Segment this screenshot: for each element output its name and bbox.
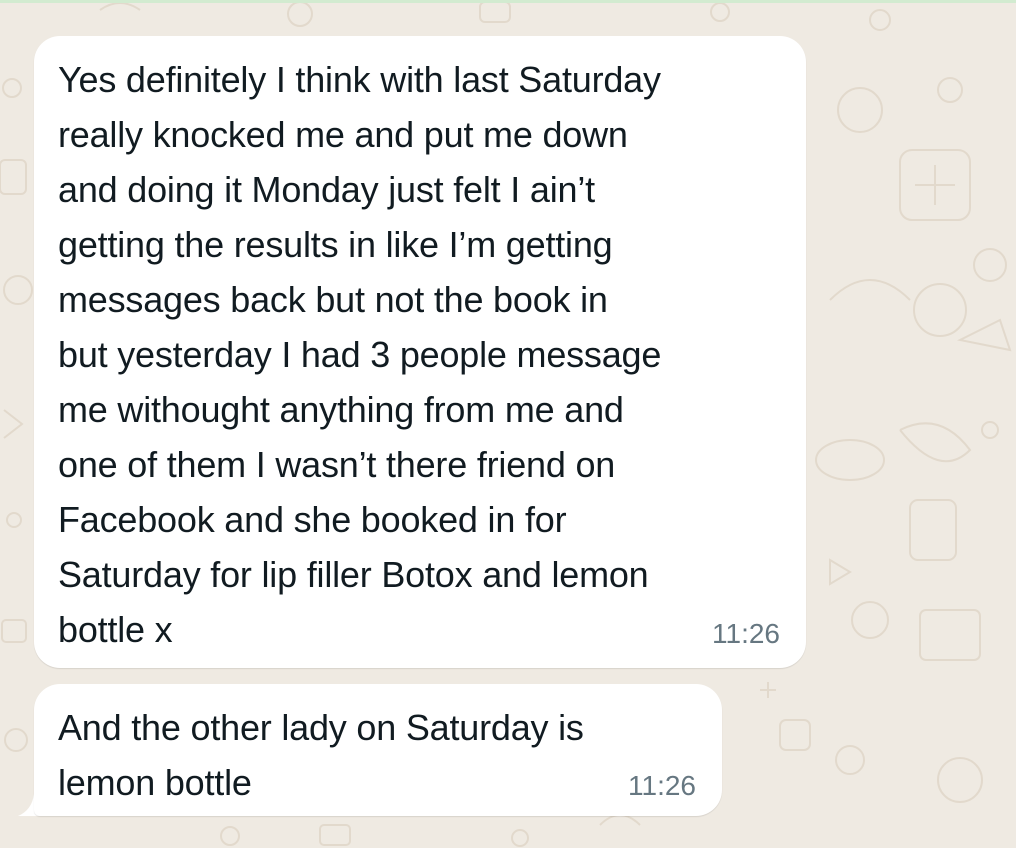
message-timestamp: 11:26 bbox=[628, 770, 696, 801]
message-text: And the other lady on Saturday is lemon … bbox=[58, 707, 584, 803]
message-text: Yes definitely I think with last Saturda… bbox=[58, 59, 662, 650]
message-timestamp: 11:26 bbox=[712, 618, 780, 649]
message-bubble[interactable]: And the other lady on Saturday is lemon … bbox=[34, 684, 722, 816]
top-edge-strip bbox=[0, 0, 1016, 3]
message-bubble[interactable]: Yes definitely I think with last Saturda… bbox=[34, 36, 806, 668]
